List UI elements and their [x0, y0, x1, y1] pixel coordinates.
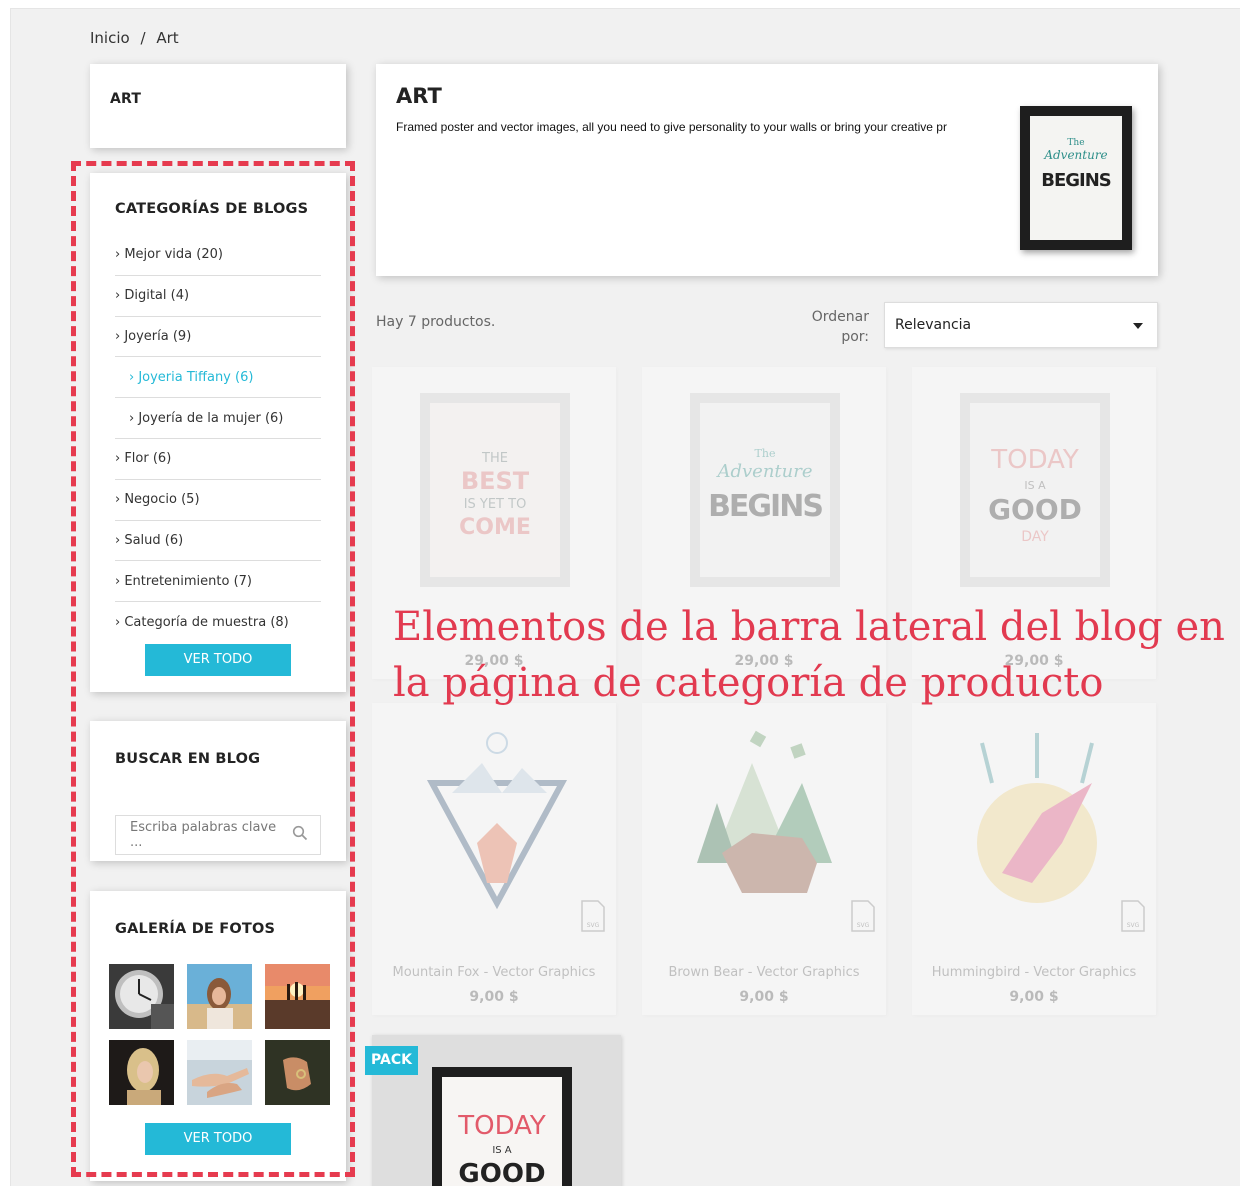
sort-select[interactable]: Relevancia [884, 302, 1158, 348]
product-image-bear [697, 730, 832, 893]
page-frame: Inicio / Art ART CATEGORÍAS DE BLOGS › M… [10, 8, 1240, 1186]
sidebar-art-title[interactable]: ART [110, 91, 141, 107]
svg-text:SVG: SVG [857, 922, 870, 929]
product-card[interactable]: SVG Mountain Fox - Vector Graphics 9,00 … [372, 703, 616, 1015]
category-description: Framed poster and vector images, all you… [396, 120, 947, 134]
breadcrumb-separator: / [140, 29, 146, 47]
product-price: 9,00 $ [1009, 989, 1059, 1005]
sort-select-value: Relevancia [895, 317, 972, 333]
product-card[interactable]: SVG Brown Bear - Vector Graphics 9,00 $ [642, 703, 886, 1015]
sidebar-highlight-border [71, 161, 355, 1177]
overlay-caption-line-1: Elementos de la barra lateral del blog e… [393, 604, 1225, 650]
category-title: ART [396, 84, 442, 108]
product-price: 9,00 $ [739, 989, 789, 1005]
breadcrumb: Inicio / Art [90, 29, 185, 47]
breadcrumb-home[interactable]: Inicio [90, 29, 130, 47]
product-name[interactable]: Hummingbird - Vector Graphics [912, 965, 1156, 980]
pack-badge: PACK [365, 1046, 418, 1075]
product-name[interactable]: Mountain Fox - Vector Graphics [372, 965, 616, 980]
category-poster-image: The Adventure BEGINS [1020, 106, 1132, 250]
product-price: 9,00 $ [469, 989, 519, 1005]
sort-label: Ordenar por: [811, 309, 869, 345]
product-image-fox [426, 732, 568, 910]
product-card[interactable]: SVG Hummingbird - Vector Graphics 9,00 $ [912, 703, 1156, 1015]
product-image-hummingbird [977, 733, 1097, 903]
pack-product-image: TODAY IS A GOOD [432, 1067, 572, 1186]
svg-text:SVG: SVG [1127, 922, 1140, 929]
chevron-down-icon [1133, 317, 1143, 333]
svg-file-icon: SVG [581, 900, 605, 932]
overlay-caption: Elementos de la barra lateral del blog e… [393, 599, 1233, 711]
svg-file-icon: SVG [1121, 900, 1145, 932]
breadcrumb-current[interactable]: Art [156, 29, 178, 47]
overlay-caption-line-2: la página de categoría de producto [393, 660, 1104, 706]
category-header: ART Framed poster and vector images, all… [376, 64, 1158, 276]
product-count: Hay 7 productos. [376, 314, 496, 330]
sidebar-art-card: ART [90, 64, 346, 148]
svg-text:SVG: SVG [587, 922, 600, 929]
product-name[interactable]: Brown Bear - Vector Graphics [642, 965, 886, 980]
svg-file-icon: SVG [851, 900, 875, 932]
